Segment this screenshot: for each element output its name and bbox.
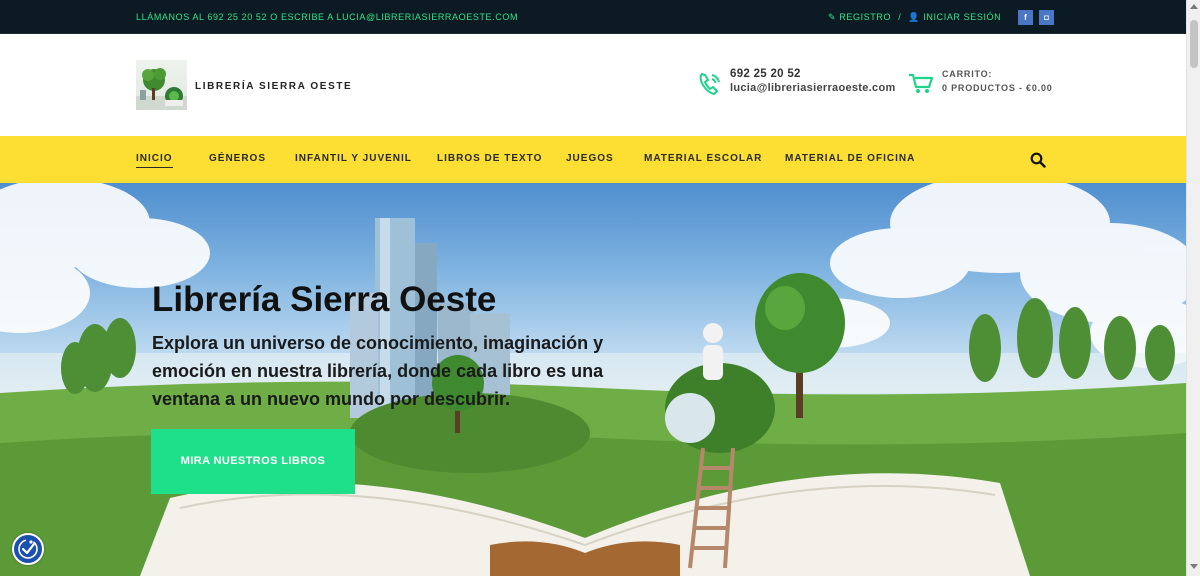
logo[interactable]	[136, 60, 187, 110]
nav-item-juegos[interactable]: JUEGOS	[566, 153, 614, 164]
hero-description: Explora un universo de conocimiento, ima…	[152, 333, 604, 409]
instagram-icon[interactable]: ◘	[1039, 10, 1054, 25]
nav-item-material-escolar[interactable]: MATERIAL ESCOLAR	[644, 153, 762, 164]
header-phone[interactable]: 692 25 20 52	[730, 68, 801, 80]
hero-title: Librería Sierra Oeste	[152, 280, 497, 319]
main-nav: INICIO GÉNEROS INFANTIL Y JUVENIL LIBROS…	[0, 136, 1186, 183]
account-links: ✎ REGISTRO / 👤 INICIAR SESIÓN	[828, 12, 1001, 23]
pencil-icon: ✎	[828, 12, 837, 22]
cart-title[interactable]: CARRITO:	[942, 69, 992, 79]
scroll-up-icon[interactable]	[1190, 4, 1198, 9]
scroll-down-icon[interactable]	[1190, 564, 1198, 569]
page: LLÁMANOS AL 692 25 20 52 O ESCRIBE A LUC…	[0, 0, 1200, 576]
accessibility-button[interactable]	[12, 533, 44, 565]
nav-item-inicio[interactable]: INICIO	[136, 153, 173, 168]
header-email[interactable]: lucia@libreriasierraoeste.com	[730, 82, 896, 94]
hero-banner: Librería Sierra Oeste Explora un univers…	[0, 183, 1186, 576]
nav-item-libros-texto[interactable]: LIBROS DE TEXTO	[437, 153, 542, 164]
register-link[interactable]: REGISTRO	[839, 12, 891, 22]
accessibility-icon	[18, 539, 38, 559]
nav-item-infantil-juvenil[interactable]: INFANTIL Y JUVENIL	[295, 153, 412, 164]
page-scrollbar[interactable]	[1186, 0, 1200, 576]
site-name[interactable]: LIBRERÍA SIERRA OESTE	[195, 81, 352, 92]
view-books-button[interactable]: MIRA NUESTROS LIBROS	[151, 429, 355, 494]
cart-info[interactable]: 0 PRODUCTOS - €0.00	[942, 83, 1053, 93]
phone-icon	[699, 72, 720, 96]
nav-item-material-oficina[interactable]: MATERIAL DE OFICINA	[785, 153, 915, 164]
search-icon[interactable]	[1030, 152, 1046, 168]
account-separator: /	[898, 12, 902, 22]
top-bar: LLÁMANOS AL 692 25 20 52 O ESCRIBE A LUC…	[0, 0, 1186, 34]
top-contact-text: LLÁMANOS AL 692 25 20 52 O ESCRIBE A LUC…	[136, 12, 519, 22]
cart-icon[interactable]	[908, 73, 934, 95]
scroll-thumb[interactable]	[1190, 20, 1198, 68]
nav-item-generos[interactable]: GÉNEROS	[209, 153, 266, 164]
user-icon: 👤	[908, 12, 921, 22]
facebook-icon[interactable]: f	[1018, 10, 1033, 25]
logo-image	[136, 68, 187, 110]
site-header: LIBRERÍA SIERRA OESTE 692 25 20 52 lucia…	[0, 34, 1186, 136]
login-link[interactable]: INICIAR SESIÓN	[923, 12, 1001, 22]
